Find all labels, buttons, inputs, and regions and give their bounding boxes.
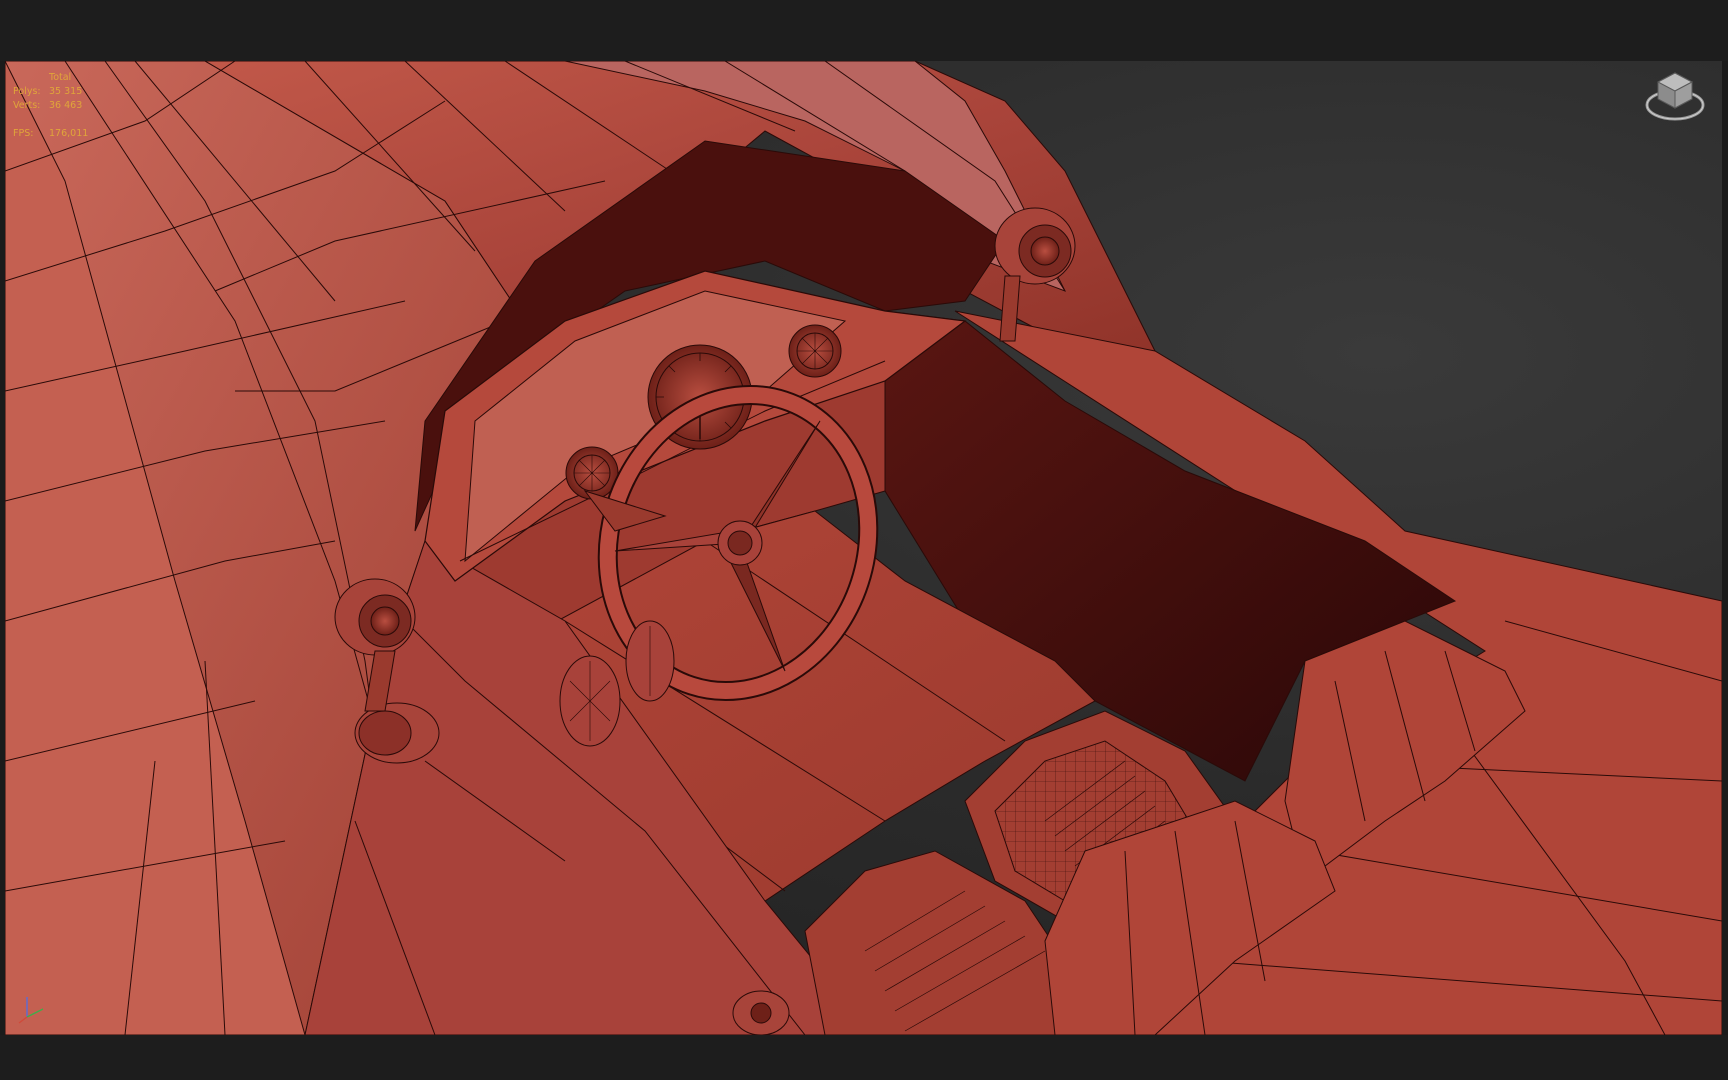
viewport-statistics: Total Polys: 35 315 Verts: 36 463 FPS: 176,… [13, 71, 88, 141]
3d-viewport[interactable]: Total Polys: 35 315 Verts: 36 463 FPS: 176,… [5, 61, 1722, 1035]
polys-label: Polys: [13, 86, 41, 97]
letterbox-bottom [0, 1035, 1728, 1080]
fps-value: 176,011 [49, 128, 89, 139]
verts-value: 36 463 [49, 100, 83, 111]
verts-label: Verts: [13, 100, 41, 111]
polys-value: 35 315 [49, 86, 83, 97]
letterbox-top [0, 0, 1728, 61]
stats-header: Total [49, 72, 72, 83]
axis-tripod-icon [15, 991, 49, 1025]
car-model-render [5, 61, 1722, 1035]
fps-label: FPS: [13, 128, 34, 139]
viewcube-icon[interactable] [1640, 67, 1710, 129]
